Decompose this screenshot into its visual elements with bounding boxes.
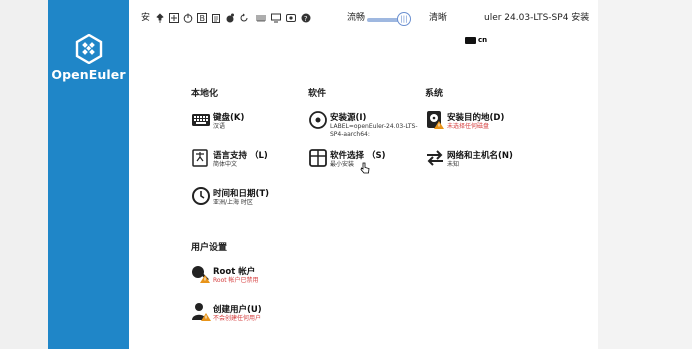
network-arrows-icon [427,150,443,166]
spoke-status-warning: Root 帐户已禁用 [213,277,259,284]
spoke-title: 网络和主机名(N) [447,151,513,161]
spoke-root-account[interactable]: Root 帐户 Root 帐户已禁用 [191,264,301,288]
disk-warning-icon [427,111,444,129]
keyboard-layout-icon [465,36,476,44]
brand-logo: OpenEuler [48,34,129,82]
spoke-status-line2: SP4-aarch64: [330,131,370,138]
user-warning-icon [192,303,211,321]
spoke-create-user[interactable]: 创建用户(U) 不会创建任何用户 [191,302,301,326]
spoke-status: 最小安装 [330,161,355,168]
slider-right-label: 清晰 [429,13,448,23]
spoke-keyboard[interactable]: 键盘(K) 汉语 [191,110,301,134]
pin-icon[interactable] [155,13,165,23]
keyboard-layout-indicator[interactable]: cn [465,35,487,46]
spoke-title: 创建用户(U) [213,305,262,315]
spoke-title: 安装源(I) [330,113,367,123]
video-icon[interactable] [286,13,296,23]
fit-screen-icon[interactable] [169,13,179,23]
section-title-user: 用户设置 [191,243,228,253]
refresh-icon[interactable] [239,13,249,23]
spoke-network-hostname[interactable]: 网络和主机名(N) 未知 [425,148,535,172]
clipboard-icon[interactable] [211,13,221,23]
keyboard-icon [192,114,210,126]
spoke-title: 时间和日期(T) [213,189,270,199]
hand-cursor-icon [360,162,370,174]
spoke-title: 键盘(K) [213,113,245,123]
disc-icon [309,111,327,129]
svg-text:B: B [200,14,206,23]
spoke-title: 软件选择 （S) [330,151,386,161]
spoke-status: LABEL=openEuler-24.03-LTS- [330,123,418,130]
spoke-language-support[interactable]: 语言支持 （L) 简体中文 [191,148,301,172]
spoke-status-warning: 未选择任何磁盘 [447,123,490,130]
section-title-localization: 本地化 [191,89,219,99]
remote-toolbar: 安 B ? 流畅 清晰 uler 24.03-LTS-SP4 安装 [129,8,598,30]
slider-left-label: 流畅 [347,13,366,23]
spoke-time-date[interactable]: 时间和日期(T) 亚洲/上海 时区 [191,186,301,210]
spoke-title: 安装目的地(D) [447,113,505,123]
spoke-status: 简体中文 [213,161,238,168]
spoke-status-warning: 不会创建任何用户 [213,315,262,322]
spoke-status: 未知 [447,161,460,168]
section-title-software: 软件 [308,89,327,99]
language-icon [192,149,208,167]
spoke-title: Root 帐户 [213,267,256,277]
keyboard-toolbar-icon[interactable] [256,13,266,23]
spoke-installation-source[interactable]: 安装源(I) LABEL=openEuler-24.03-LTS- SP4-aa… [308,110,418,142]
spoke-title: 语言支持 （L) [213,151,268,161]
clock-icon [192,187,210,205]
brand-name: OpenEuler [51,67,126,82]
root-key-icon [192,266,210,283]
window-title: uler 24.03-LTS-SP4 安装 [484,13,590,23]
power-icon[interactable] [183,13,193,23]
bold-b-icon[interactable]: B [197,13,207,23]
package-icon [309,149,327,167]
help-icon[interactable]: ? [301,13,311,23]
keyboard-layout-label: cn [478,36,488,44]
right-gray-strip [598,0,692,349]
quality-slider-knob[interactable]: ||| [397,12,411,26]
openeuler-logo-icon [75,34,102,64]
svg-text:?: ? [304,15,308,23]
left-gray-strip [0,0,48,349]
sidebar: OpenEuler [48,0,129,349]
monitor-icon[interactable] [271,13,281,23]
spoke-installation-destination[interactable]: 安装目的地(D) 未选择任何磁盘 [425,110,535,134]
section-title-system: 系统 [425,89,444,99]
spoke-status: 汉语 [213,123,226,130]
title-prefix: 安 [141,13,151,23]
spoke-status: 亚洲/上海 时区 [213,199,253,206]
mouse-icon[interactable] [225,13,235,23]
